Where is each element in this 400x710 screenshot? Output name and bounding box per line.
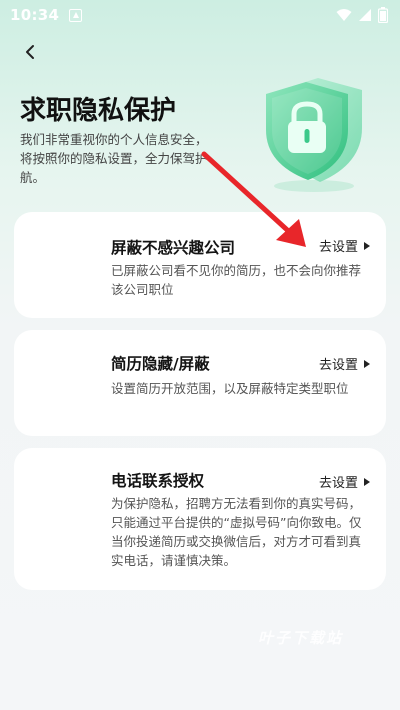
battery-icon	[378, 7, 388, 23]
triangle-right-icon	[364, 241, 370, 250]
notification-app-icon	[69, 8, 83, 22]
go-settings-label: 去设置	[318, 240, 358, 255]
chevron-left-icon	[26, 45, 34, 59]
signal-icon	[359, 9, 371, 21]
shield-lock-icon	[266, 78, 362, 192]
go-settings-button[interactable]: 去设置	[319, 236, 370, 255]
status-bar: 10:34	[0, 0, 400, 30]
go-settings-label: 去设置	[318, 358, 358, 373]
card-description: 为保护隐私，招聘方无法看到你的真实号码，只能通过平台提供的“虚拟号码”向你致电。…	[111, 496, 362, 568]
resume-hide-card[interactable]: 简历隐藏/屏蔽 去设置 设置简历开放范围，以及屏蔽特定类型职位	[14, 330, 386, 436]
go-settings-button[interactable]: 去设置	[319, 472, 370, 491]
triangle-right-icon	[364, 359, 370, 368]
block-company-card[interactable]: 屏蔽不感兴趣公司 去设置 已屏蔽公司看不见你的简历，也不会向你推荐该公司职位	[14, 212, 386, 318]
page-title: 求职隐私保护	[20, 96, 177, 126]
card-title: 屏蔽不感兴趣公司	[111, 239, 236, 257]
go-settings-label: 去设置	[318, 476, 358, 491]
triangle-right-icon	[364, 477, 370, 486]
go-settings-button[interactable]: 去设置	[319, 354, 370, 373]
watermark: 叶子下载站	[258, 629, 344, 647]
card-title: 电话联系授权	[111, 472, 205, 490]
phone-authorization-card[interactable]: 电话联系授权 去设置 为保护隐私，招聘方无法看到你的真实号码，只能通过平台提供的…	[14, 448, 386, 590]
status-icons	[336, 7, 388, 23]
back-button[interactable]	[16, 38, 44, 66]
wifi-icon	[336, 9, 352, 21]
card-title: 简历隐藏/屏蔽	[111, 355, 210, 373]
card-description: 设置简历开放范围，以及屏蔽特定类型职位	[111, 381, 349, 396]
status-time: 10:34	[10, 6, 60, 24]
page-subtitle: 我们非常重视你的个人信息安全，将按照你的隐私设置，全力保驾护航。	[20, 132, 208, 185]
card-description: 已屏蔽公司看不见你的简历，也不会向你推荐该公司职位	[111, 263, 362, 297]
